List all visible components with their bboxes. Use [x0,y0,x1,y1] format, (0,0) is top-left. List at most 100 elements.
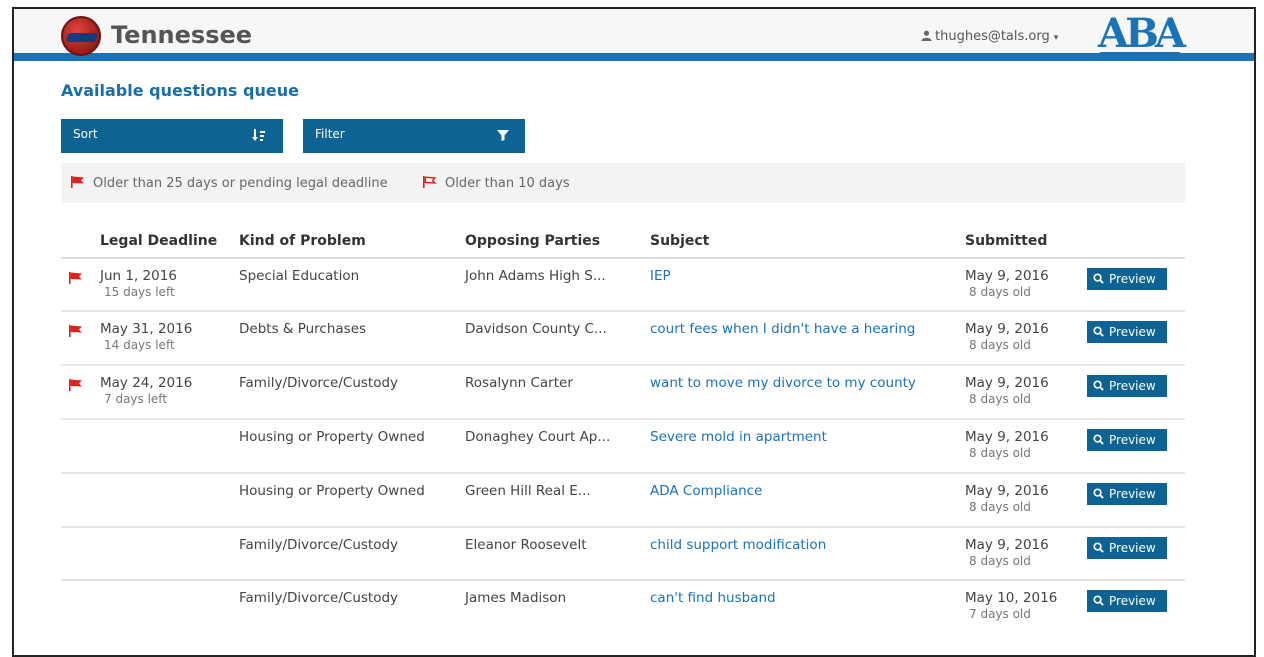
submitted-cell: May 10, 2016 7 days old [965,590,1057,621]
deadline-date: May 31, 2016 [100,321,193,337]
submitted-age: 8 days old [969,554,1031,568]
submitted-cell: May 9, 2016 8 days old [965,537,1049,568]
table-row[interactable]: Jun 1, 2016 15 days left Special Education… [61,259,1185,312]
deadline-cell [100,483,104,484]
app-window: Tennessee thughes@tals.org ▾ ABA Availabl… [12,7,1256,657]
submitted-cell: May 9, 2016 8 days old [965,375,1049,406]
deadline-cell: May 31, 2016 14 days left [100,321,192,352]
page-title: Available questions queue [61,81,299,100]
legend-urgent: Older than 25 days or pending legal dead… [71,176,388,191]
submitted-date: May 9, 2016 [965,429,1049,445]
submitted-cell: May 9, 2016 8 days old [965,483,1049,514]
preview-button[interactable]: Preview [1087,537,1167,559]
submitted-date: May 10, 2016 [965,590,1058,606]
submitted-date: May 9, 2016 [965,268,1049,284]
kind-cell: Family/Divorce/Custody [239,375,399,391]
tennessee-logo-icon [61,16,101,56]
search-icon [1093,380,1104,391]
subject-link[interactable]: child support modification [650,537,826,553]
submitted-cell: May 9, 2016 8 days old [965,268,1049,299]
preview-label: Preview [1109,325,1156,339]
col-legal-deadline[interactable]: Legal Deadline [100,233,217,249]
urgent-flag-icon [69,325,82,337]
filled-flag-icon [71,176,84,188]
subject-link[interactable]: can't find husband [650,590,776,606]
submitted-date: May 9, 2016 [965,537,1049,553]
col-opposing-parties[interactable]: Opposing Parties [465,233,600,249]
kind-cell: Housing or Property Owned [239,429,425,445]
table-row[interactable]: Housing or Property Owned Green Hill Real… [61,474,1185,528]
submitted-cell: May 9, 2016 8 days old [965,321,1049,352]
parties-cell: Donaghey Court Ap... [465,429,611,445]
parties-cell: James Madison [465,590,567,606]
sort-icon [252,129,265,141]
legend-urgent-label: Older than 25 days or pending legal dead… [93,176,388,191]
subject-link[interactable]: want to move my divorce to my county [650,375,916,391]
preview-button[interactable]: Preview [1087,483,1167,505]
user-menu[interactable]: thughes@tals.org ▾ [921,29,1058,44]
preview-button[interactable]: Preview [1087,375,1167,397]
preview-button[interactable]: Preview [1087,429,1167,451]
sort-label: Sort [73,127,98,141]
deadline-date: Jun 1, 2016 [100,268,177,284]
person-icon [921,30,932,41]
subject-link[interactable]: court fees when I didn't have a hearing [650,321,915,337]
kind-cell: Special Education [239,268,360,284]
preview-label: Preview [1109,594,1156,608]
parties-cell: Eleanor Roosevelt [465,537,587,553]
caret-down-icon: ▾ [1053,33,1059,43]
aba-logo-text: ABA [1097,10,1187,57]
preview-button[interactable]: Preview [1087,268,1167,290]
sort-button[interactable]: Sort [61,119,283,153]
top-header: Tennessee thughes@tals.org ▾ ABA [14,9,1254,61]
filter-button[interactable]: Filter [303,119,525,153]
preview-label: Preview [1109,433,1156,447]
submitted-age: 8 days old [969,446,1031,460]
filter-label: Filter [315,127,345,141]
search-icon [1093,434,1104,445]
table-row[interactable]: May 31, 2016 14 days left Debts & Purchase… [61,312,1185,366]
user-email: thughes@tals.org [935,29,1050,44]
aba-logo-icon: ABA [1097,10,1188,57]
subject-link[interactable]: IEP [650,268,671,284]
table-row[interactable]: Housing or Property Owned Donaghey Court … [61,420,1185,474]
preview-label: Preview [1109,541,1156,555]
parties-cell: Rosalynn Carter [465,375,573,391]
deadline-cell: Jun 1, 2016 15 days left [100,268,177,299]
submitted-cell: May 9, 2016 8 days old [965,429,1049,460]
submitted-date: May 9, 2016 [965,321,1049,337]
preview-button[interactable]: Preview [1087,321,1167,343]
preview-button[interactable]: Preview [1087,590,1167,612]
kind-cell: Debts & Purchases [239,321,367,337]
legend-older: Older than 10 days [423,176,570,191]
deadline-cell [100,590,104,591]
table-row[interactable]: Family/Divorce/Custody James Madison can't… [61,581,1185,634]
search-icon [1093,273,1104,284]
table-row[interactable]: May 24, 2016 7 days left Family/Divorce/Cu… [61,366,1185,420]
deadline-cell [100,429,104,430]
search-icon [1093,595,1104,606]
deadline-cell: May 24, 2016 7 days left [100,375,192,406]
col-kind-of-problem[interactable]: Kind of Problem [239,233,366,249]
deadline-cell [100,537,104,538]
kind-cell: Family/Divorce/Custody [239,590,399,606]
kind-cell: Family/Divorce/Custody [239,537,399,553]
parties-cell: Davidson County C... [465,321,607,337]
flag-legend: Older than 25 days or pending legal dead… [61,163,1185,203]
deadline-remaining: 15 days left [104,285,175,299]
preview-label: Preview [1109,272,1156,286]
submitted-age: 8 days old [969,338,1031,352]
col-subject[interactable]: Subject [650,233,709,249]
table-header: Legal Deadline Kind of Problem Opposing … [61,231,1185,259]
outline-flag-icon [423,176,437,188]
brand-name: Tennessee [111,21,253,49]
deadline-remaining: 7 days left [104,392,168,406]
subject-link[interactable]: ADA Compliance [650,483,762,499]
table-row[interactable]: Family/Divorce/Custody Eleanor Roosevelt c… [61,528,1185,581]
submitted-age: 8 days old [969,392,1031,406]
col-submitted[interactable]: Submitted [965,233,1047,249]
submitted-date: May 9, 2016 [965,375,1049,391]
submitted-age: 8 days old [969,285,1031,299]
subject-link[interactable]: Severe mold in apartment [650,429,827,445]
parties-cell: John Adams High S... [465,268,606,284]
